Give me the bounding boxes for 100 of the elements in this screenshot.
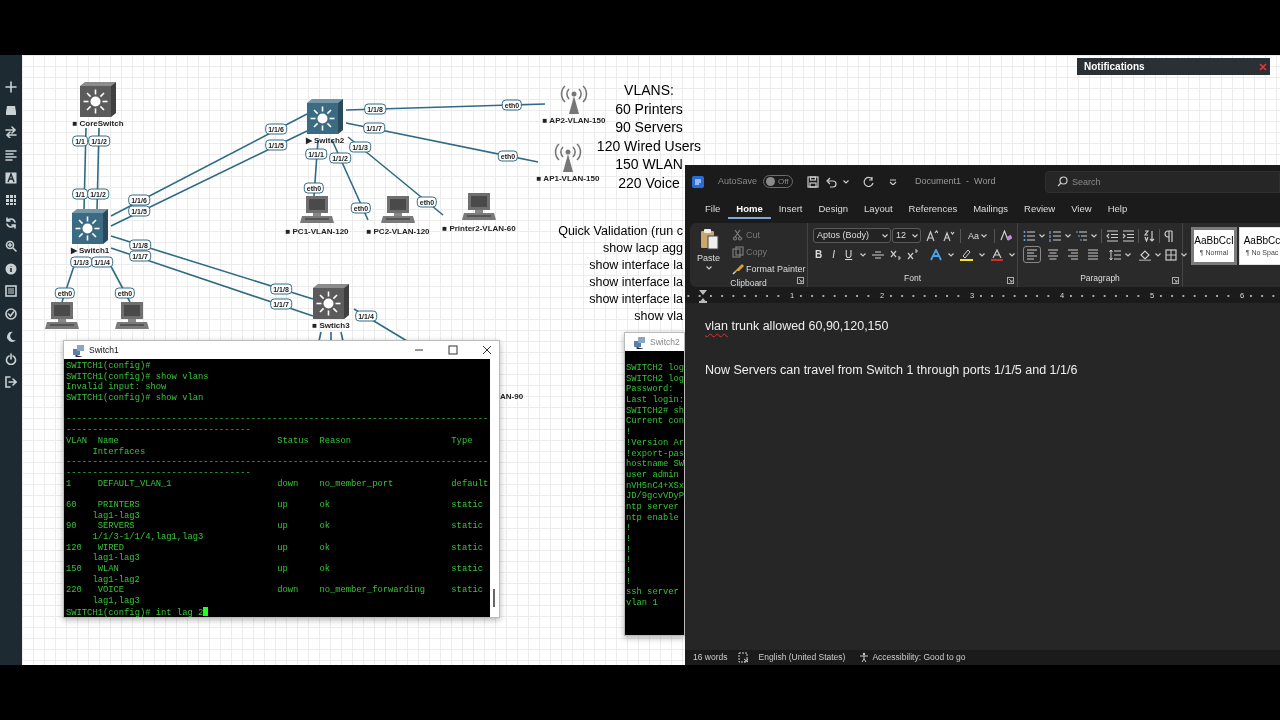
clear-formatting-icon[interactable] — [1000, 229, 1012, 242]
font-color-icon[interactable] — [991, 248, 1004, 261]
dialog-launcher-icon[interactable] — [797, 277, 804, 284]
terminal-app-icon — [72, 343, 85, 357]
indent-marker-icon[interactable] — [699, 289, 707, 303]
save-icon[interactable] — [807, 175, 820, 188]
change-case-button[interactable]: Aa — [966, 229, 990, 242]
format-button[interactable]: U — [843, 248, 855, 261]
proofing-icon[interactable] — [737, 652, 749, 663]
connection-line — [330, 331, 332, 342]
increase-indent-icon[interactable] — [1122, 229, 1134, 242]
zoom-icon[interactable] — [5, 239, 17, 252]
terminal-line: ! — [626, 555, 633, 567]
shrink-font-icon[interactable] — [943, 229, 956, 242]
alignment-button[interactable] — [1045, 246, 1061, 263]
close-icon[interactable] — [481, 344, 493, 356]
ribbon-tab[interactable]: Insert — [770, 199, 811, 219]
alignment-button[interactable] — [1065, 246, 1081, 263]
caret-icon — [912, 233, 919, 238]
clipboard-button[interactable]: Format Painter — [730, 260, 808, 277]
terminal-cell-text: SERVERS — [97, 521, 136, 532]
power-icon[interactable] — [5, 353, 17, 366]
logout-icon[interactable] — [5, 375, 17, 388]
alignment-button[interactable] — [1023, 246, 1041, 263]
scrollbar[interactable] — [490, 359, 499, 617]
ribbon-tab[interactable]: Mailings — [965, 199, 1017, 219]
computer-icon[interactable] — [380, 195, 416, 224]
format-button[interactable]: B — [813, 248, 825, 261]
customize-icon[interactable] — [889, 178, 898, 185]
shading-icon[interactable] — [1139, 248, 1151, 261]
alignment-button[interactable] — [1085, 246, 1101, 263]
note-text: 120 Wired Users — [596, 136, 702, 156]
borders-icon[interactable] — [1165, 248, 1177, 261]
undo-icon[interactable] — [825, 175, 838, 188]
subscript-icon[interactable] — [890, 249, 902, 260]
grid-icon[interactable] — [5, 194, 17, 207]
refresh-icon[interactable] — [5, 217, 17, 230]
terminal-cell-text: ok — [319, 542, 331, 554]
search-field[interactable]: Search — [1045, 170, 1280, 193]
grow-font-icon[interactable] — [926, 229, 939, 242]
font-name-field[interactable]: Aptos (Body) — [813, 228, 891, 243]
ribbon-tab[interactable]: References — [900, 199, 966, 219]
redo-icon[interactable] — [863, 175, 876, 188]
dialog-launcher-icon[interactable] — [1007, 277, 1014, 284]
pilcrow-icon[interactable] — [1164, 229, 1174, 242]
group-label: Font — [904, 272, 921, 286]
antenna-icon[interactable] — [553, 142, 583, 172]
ribbon-tab[interactable]: View — [1063, 199, 1100, 219]
switch-icon[interactable] — [80, 82, 116, 117]
word-icon[interactable] — [692, 175, 704, 188]
superscript-icon[interactable] — [907, 249, 919, 260]
terminal-line: Password: — [626, 384, 675, 395]
clipboard-icon — [698, 228, 719, 250]
terminal-cell-text: down — [277, 585, 300, 597]
list-icon[interactable] — [5, 285, 17, 298]
highlighter-icon[interactable] — [960, 248, 974, 261]
multilevel-list-icon[interactable] — [1075, 229, 1087, 242]
switch-icon[interactable] — [313, 284, 349, 319]
text-effects-icon[interactable] — [930, 248, 943, 261]
font-size-field[interactable]: 12 — [892, 228, 922, 243]
check-icon[interactable] — [5, 307, 17, 320]
note-text: show interface la — [589, 274, 683, 291]
ribbon-tab[interactable]: Help — [1099, 199, 1136, 219]
accessibility-icon[interactable] — [859, 652, 871, 663]
switch-icon[interactable] — [72, 209, 108, 244]
numbering-icon[interactable] — [1049, 229, 1061, 242]
antenna-icon[interactable] — [559, 84, 589, 114]
switch-icon[interactable] — [307, 99, 343, 134]
text-box-icon[interactable] — [5, 171, 17, 184]
computer-icon[interactable] — [461, 192, 497, 221]
strikethrough-icon[interactable] — [872, 249, 885, 260]
terminal-line: nVH5nC4+XSx — [626, 480, 684, 491]
ribbon-tab[interactable]: Home — [728, 199, 771, 219]
sort-icon[interactable] — [1143, 229, 1155, 242]
info-icon[interactable] — [5, 262, 17, 275]
line-spacing-icon[interactable] — [1109, 248, 1121, 261]
paste-button[interactable]: Paste — [695, 226, 722, 277]
note-text: 60 Printers — [615, 99, 683, 119]
computer-icon[interactable] — [299, 195, 335, 224]
ribbon-tab[interactable]: File — [697, 199, 729, 219]
swap-icon[interactable] — [5, 126, 17, 139]
align-icon[interactable] — [5, 149, 17, 162]
note-text: VLANS: — [624, 81, 674, 100]
computer-icon[interactable] — [44, 301, 80, 330]
terminal-line: !export-pas — [626, 448, 684, 459]
bullets-icon[interactable] — [1023, 229, 1035, 242]
maximize-icon[interactable] — [447, 344, 459, 356]
ribbon-tab[interactable]: Review — [1016, 199, 1064, 219]
computer-icon[interactable] — [114, 301, 150, 330]
dialog-launcher-icon[interactable] — [1172, 277, 1179, 284]
ribbon-tab[interactable]: Design — [810, 199, 857, 219]
plus-icon[interactable] — [5, 81, 17, 93]
moon-icon[interactable] — [5, 330, 17, 343]
format-button[interactable]: I — [830, 248, 837, 261]
terminal-cell-text: up — [277, 564, 289, 575]
search-icon — [1057, 176, 1068, 187]
ribbon-tab[interactable]: Layout — [856, 199, 901, 219]
caret-icon — [1125, 252, 1131, 257]
decrease-indent-icon[interactable] — [1106, 229, 1118, 242]
drive-icon[interactable] — [5, 103, 17, 116]
